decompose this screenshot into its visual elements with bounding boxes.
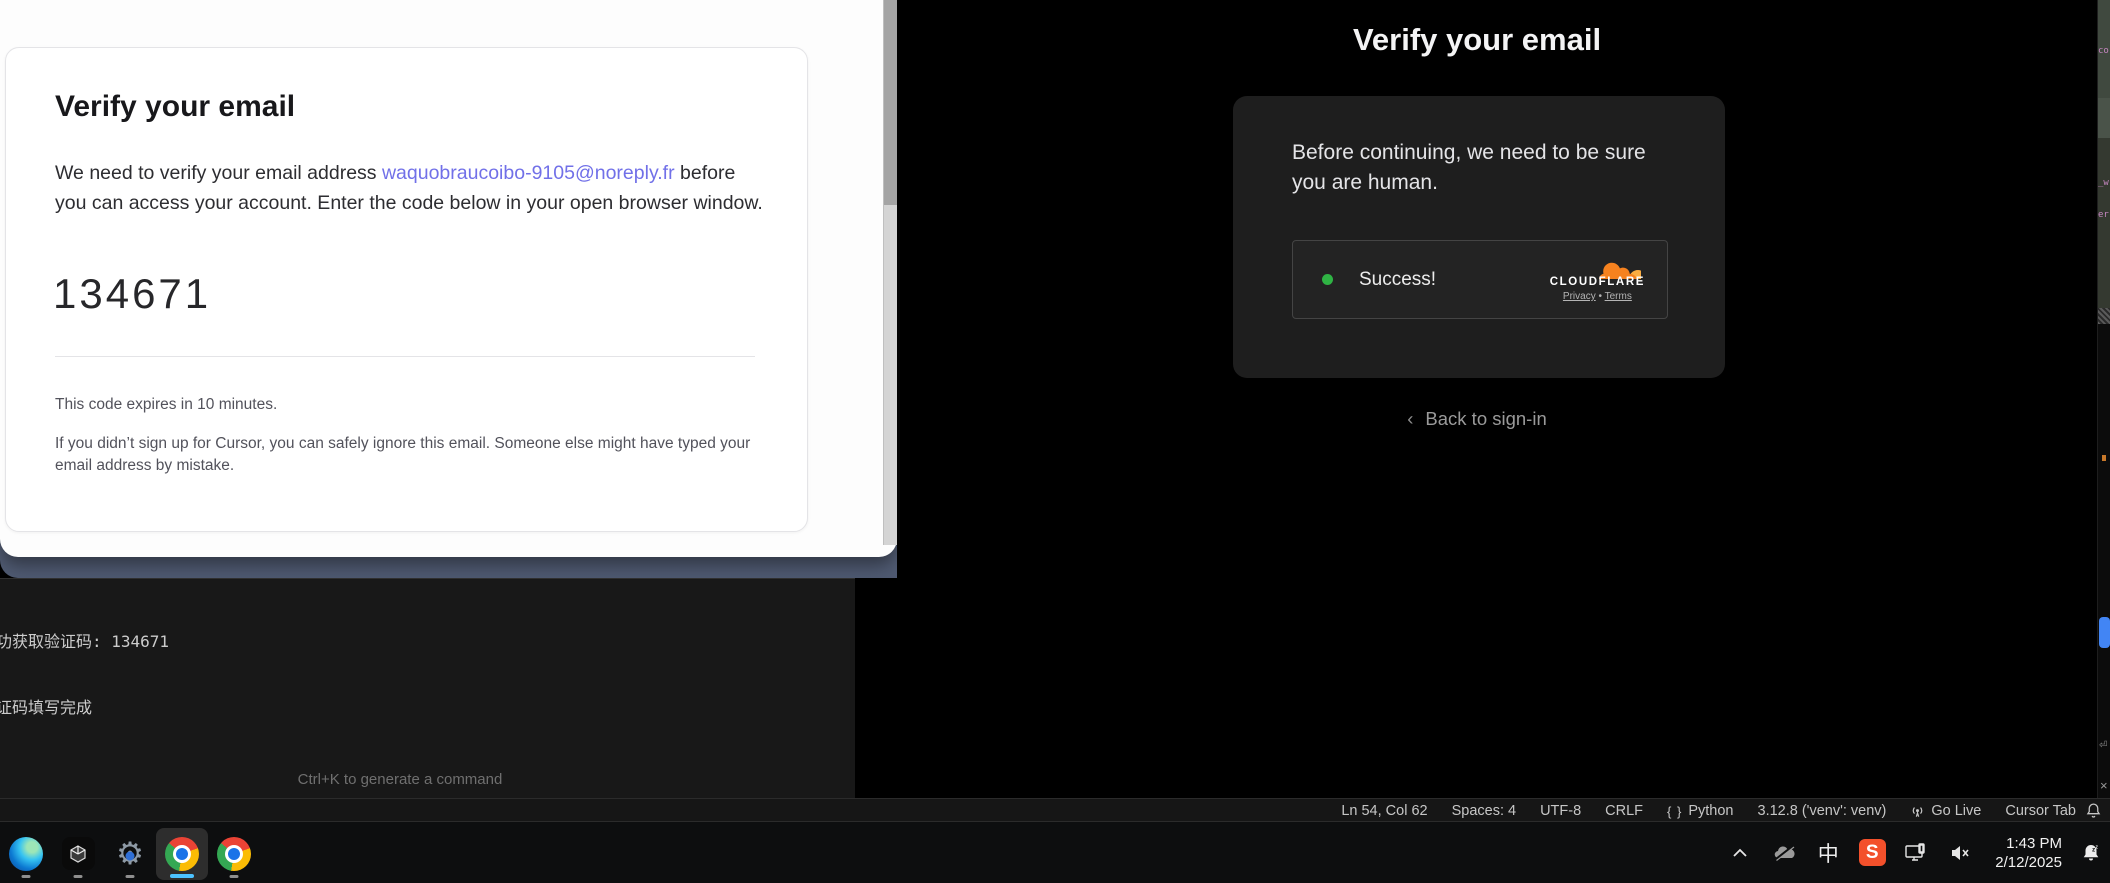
python-interpreter-indicator[interactable]: 3.12.8 ('venv': venv) — [1758, 803, 1887, 819]
running-indicator — [126, 875, 135, 878]
email-heading: Verify your email — [55, 90, 295, 124]
minimap-block — [2098, 138, 2110, 308]
terms-link[interactable]: Terms — [1605, 291, 1632, 302]
terminal-line: 证码填写完成 — [0, 697, 211, 719]
human-check-card: Before continuing, we need to be sure yo… — [1233, 96, 1725, 378]
scrollbar[interactable] — [883, 0, 897, 545]
sogou-button[interactable]: S — [1857, 833, 1887, 873]
terminal-line: 功获取验证码: 134671 — [0, 631, 211, 653]
onedrive-offline-icon — [1772, 844, 1796, 862]
taskbar-edge-button[interactable] — [0, 828, 52, 880]
volume-button[interactable] — [1945, 833, 1975, 873]
broadcast-icon — [1910, 804, 1925, 819]
ime-indicator-button[interactable]: 中 — [1813, 833, 1843, 873]
clock-time: 1:43 PM — [1995, 834, 2062, 853]
email-body-before: We need to verify your email address — [55, 162, 382, 184]
editor-minimap-sliver[interactable]: co _w er ⏎ × — [2097, 0, 2110, 798]
notifications-bell-icon[interactable] — [2085, 802, 2102, 819]
email-card: Verify your email We need to verify your… — [5, 47, 808, 532]
svg-text:z: z — [2096, 844, 2099, 850]
minimap-text-fragment: co — [2098, 46, 2110, 56]
email-window: Verify your email We need to verify your… — [0, 0, 897, 557]
minimap-text-fragment: er — [2098, 210, 2110, 220]
onedrive-status-button[interactable] — [1769, 833, 1799, 873]
minimap-block — [2098, 98, 2110, 138]
back-to-signin-label: Back to sign-in — [1425, 408, 1546, 429]
minimap-text-fragment: _w — [2098, 178, 2110, 188]
cursor-position-indicator[interactable]: Ln 54, Col 62 — [1341, 803, 1427, 819]
minimap-hatch-region — [2098, 308, 2110, 324]
bell-sleep-icon: z z — [2080, 842, 2102, 864]
terminal-panel[interactable]: 功获取验证码: 134671 证码填写完成 在处理 Turnstile 验证..… — [0, 578, 855, 799]
python-icon: { } — [1667, 804, 1682, 819]
running-indicator — [22, 875, 31, 878]
go-live-label: Go Live — [1931, 803, 1981, 819]
tray-overflow-button[interactable] — [1725, 833, 1755, 873]
divider — [55, 356, 755, 357]
privacy-link[interactable]: Privacy — [1563, 291, 1596, 302]
language-label: Python — [1688, 803, 1733, 819]
running-indicator — [230, 875, 239, 878]
ime-icon: 中 — [1818, 838, 1839, 868]
encoding-indicator[interactable]: UTF-8 — [1540, 803, 1581, 819]
cloudflare-turnstile-widget: Success! CLOUDFLARE Privacy • Terms — [1292, 240, 1668, 319]
taskbar: ⚙ — [0, 822, 2110, 883]
minimap-marker — [2102, 455, 2106, 461]
chevron-left-icon: ‹ — [1407, 408, 1413, 429]
turnstile-links: Privacy • Terms — [1563, 291, 1632, 302]
ignore-note: If you didn’t sign up for Cursor, you ca… — [55, 433, 755, 477]
panel-button-sliver[interactable] — [2099, 617, 2110, 648]
indentation-indicator[interactable]: Spaces: 4 — [1452, 803, 1517, 819]
cursor-tab-indicator[interactable]: Cursor Tab — [2005, 803, 2076, 819]
verify-email-page: Verify your email Before continuing, we … — [897, 0, 2097, 798]
turnstile-status: Success! — [1359, 269, 1436, 291]
email-address-link[interactable]: waquobraucoibo-9105@noreply.fr — [382, 162, 675, 184]
clock-date: 2/12/2025 — [1995, 853, 2062, 872]
language-mode-indicator[interactable]: { } Python — [1667, 803, 1733, 819]
scrollbar-thumb[interactable] — [884, 0, 897, 205]
return-key-icon: ⏎ — [2099, 740, 2107, 751]
go-live-button[interactable]: Go Live — [1910, 803, 1981, 819]
active-running-indicator — [170, 874, 194, 878]
back-to-signin-link[interactable]: ‹ Back to sign-in — [897, 408, 2057, 430]
chrome-icon — [165, 837, 199, 871]
running-indicator — [74, 875, 83, 878]
cloudflare-wordmark: CLOUDFLARE — [1550, 276, 1645, 288]
taskbar-chrome-button-active[interactable] — [156, 828, 208, 880]
close-icon[interactable]: × — [2100, 778, 2108, 793]
ctrl-k-hint: Ctrl+K to generate a command — [0, 771, 800, 788]
eol-indicator[interactable]: CRLF — [1605, 803, 1643, 819]
status-bar: Ln 54, Col 62 Spaces: 4 UTF-8 CRLF { } Py… — [0, 798, 2110, 822]
cube-app-icon — [62, 837, 95, 870]
page-title: Verify your email — [897, 22, 2057, 58]
status-bar-right: Ln 54, Col 62 Spaces: 4 UTF-8 CRLF { } Py… — [1341, 799, 2076, 823]
link-separator: • — [1599, 291, 1603, 302]
code-expiry-note: This code expires in 10 minutes. — [55, 396, 277, 414]
cast-display-button[interactable] — [1901, 833, 1931, 873]
success-dot-icon — [1322, 274, 1333, 285]
volume-muted-icon — [1949, 844, 1971, 862]
cast-display-icon — [1904, 843, 1928, 863]
taskbar-settings-button[interactable]: ⚙ — [104, 828, 156, 880]
system-tray: 中 S 1:43 PM 2/12/2 — [1725, 822, 2110, 883]
taskbar-chrome-button-2[interactable] — [208, 828, 260, 880]
taskbar-cube-app-button[interactable] — [52, 828, 104, 880]
chevron-up-icon — [1732, 848, 1748, 858]
verification-code: 134671 — [53, 270, 211, 318]
email-body: We need to verify your email address waq… — [55, 158, 767, 218]
taskbar-apps: ⚙ — [0, 822, 260, 883]
edge-icon — [9, 837, 43, 871]
gear-center-dot — [126, 851, 135, 860]
notification-center-button[interactable]: z z — [2076, 833, 2106, 873]
cloudflare-branding: CLOUDFLARE Privacy • Terms — [1550, 257, 1645, 302]
chrome-icon — [217, 837, 251, 871]
desktop: Verify your email We need to verify your… — [0, 0, 2110, 883]
taskbar-clock[interactable]: 1:43 PM 2/12/2025 — [1995, 834, 2062, 872]
sogou-s-icon: S — [1859, 839, 1886, 866]
human-check-prompt: Before continuing, we need to be sure yo… — [1292, 138, 1668, 198]
